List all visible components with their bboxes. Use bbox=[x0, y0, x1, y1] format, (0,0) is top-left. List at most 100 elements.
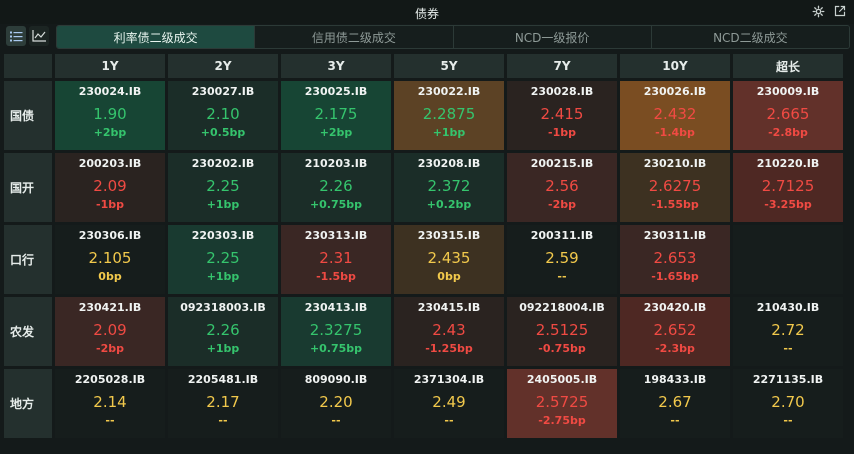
yield-change: -- bbox=[105, 414, 115, 427]
bond-cell[interactable]: 230421.IB 2.09 -2bp bbox=[55, 297, 165, 366]
bond-cell[interactable]: 230420.IB 2.652 -2.3bp bbox=[620, 297, 730, 366]
bond-cell[interactable]: 230024.IB 1.90 +2bp bbox=[55, 81, 165, 150]
bond-cell[interactable]: 2205028.IB 2.14 -- bbox=[55, 369, 165, 438]
column-header[interactable]: 5Y bbox=[394, 54, 504, 78]
bond-code: 230306.IB bbox=[78, 229, 142, 242]
line-chart-icon bbox=[32, 27, 46, 46]
bond-yield: 2.665 bbox=[766, 105, 810, 123]
bond-cell[interactable]: 210203.IB 2.26 +0.75bp bbox=[281, 153, 391, 222]
bond-code: 230420.IB bbox=[643, 301, 707, 314]
bond-yield: 2.2875 bbox=[422, 105, 476, 123]
gear-icon[interactable] bbox=[811, 5, 825, 19]
column-header[interactable]: 1Y bbox=[55, 54, 165, 78]
bond-code: 230022.IB bbox=[417, 85, 481, 98]
yield-change: -- bbox=[783, 342, 793, 355]
bond-cell[interactable]: 230311.IB 2.653 -1.65bp bbox=[620, 225, 730, 294]
tab-2[interactable]: 信用债二级成交 bbox=[255, 26, 454, 48]
tab-1[interactable]: 利率债二级成交 bbox=[57, 26, 256, 48]
column-header[interactable]: 3Y bbox=[281, 54, 391, 78]
bond-cell[interactable] bbox=[733, 225, 843, 294]
bond-yield: 2.5725 bbox=[535, 393, 589, 411]
bond-yield: 2.435 bbox=[427, 249, 471, 267]
bond-yield: 2.17 bbox=[206, 393, 240, 411]
yield-change: +1bp bbox=[206, 342, 240, 355]
bond-code: 200203.IB bbox=[78, 157, 142, 170]
bond-yield: 2.372 bbox=[427, 177, 471, 195]
bond-cell[interactable]: 092318003.IB 2.26 +1bp bbox=[168, 297, 278, 366]
row-header: 国债 bbox=[4, 81, 52, 150]
row-header: 地方 bbox=[4, 369, 52, 438]
row-header: 农发 bbox=[4, 297, 52, 366]
yield-change: +0.75bp bbox=[309, 198, 363, 211]
bond-cell[interactable]: 092218004.IB 2.5125 -0.75bp bbox=[507, 297, 617, 366]
bond-code: 809090.IB bbox=[304, 373, 368, 386]
bond-cell[interactable]: 220303.IB 2.25 +1bp bbox=[168, 225, 278, 294]
bond-cell[interactable]: 230026.IB 2.432 -1.4bp bbox=[620, 81, 730, 150]
bond-cell[interactable]: 230027.IB 2.10 +0.5bp bbox=[168, 81, 278, 150]
yield-change: +1bp bbox=[206, 198, 240, 211]
yield-change: -- bbox=[557, 270, 567, 283]
yield-change: -- bbox=[670, 414, 680, 427]
bond-cell[interactable]: 200311.IB 2.59 -- bbox=[507, 225, 617, 294]
bond-yield: 2.09 bbox=[93, 177, 127, 195]
bond-cell[interactable]: 230202.IB 2.25 +1bp bbox=[168, 153, 278, 222]
column-header[interactable]: 2Y bbox=[168, 54, 278, 78]
bond-cell[interactable]: 230009.IB 2.665 -2.8bp bbox=[733, 81, 843, 150]
bond-cell[interactable]: 2405005.IB 2.5725 -2.75bp bbox=[507, 369, 617, 438]
yield-change: +2bp bbox=[93, 126, 127, 139]
tab-4[interactable]: NCD二级成交 bbox=[651, 26, 849, 48]
column-header[interactable]: 超长 bbox=[733, 54, 843, 78]
bond-yield: 2.26 bbox=[206, 321, 240, 339]
bond-cell[interactable]: 2371304.IB 2.49 -- bbox=[394, 369, 504, 438]
yield-change: 0bp bbox=[437, 270, 461, 283]
chart-view-button[interactable] bbox=[29, 26, 49, 46]
bond-cell[interactable]: 230210.IB 2.6275 -1.55bp bbox=[620, 153, 730, 222]
row-header: 口行 bbox=[4, 225, 52, 294]
bond-cell[interactable]: 230022.IB 2.2875 +1bp bbox=[394, 81, 504, 150]
bond-yield: 2.56 bbox=[545, 177, 579, 195]
window-title: 债券 bbox=[414, 7, 439, 21]
bond-cell[interactable]: 230413.IB 2.3275 +0.75bp bbox=[281, 297, 391, 366]
bond-code: 092318003.IB bbox=[180, 301, 266, 314]
column-header[interactable]: 10Y bbox=[620, 54, 730, 78]
bond-cell[interactable]: 230306.IB 2.105 0bp bbox=[55, 225, 165, 294]
yield-change: -1.25bp bbox=[425, 342, 473, 355]
bond-code: 230009.IB bbox=[756, 85, 820, 98]
bond-cell[interactable]: 230028.IB 2.415 -1bp bbox=[507, 81, 617, 150]
bond-code: 220303.IB bbox=[191, 229, 255, 242]
bond-cell[interactable]: 2205481.IB 2.17 -- bbox=[168, 369, 278, 438]
column-header[interactable]: 7Y bbox=[507, 54, 617, 78]
yield-change: +1bp bbox=[432, 126, 466, 139]
yield-change: -2.3bp bbox=[655, 342, 695, 355]
bond-cell[interactable]: 200203.IB 2.09 -1bp bbox=[55, 153, 165, 222]
bond-cell[interactable]: 230025.IB 2.175 +2bp bbox=[281, 81, 391, 150]
bond-cell[interactable]: 200215.IB 2.56 -2bp bbox=[507, 153, 617, 222]
bond-code: 230413.IB bbox=[304, 301, 368, 314]
bond-yield: 1.90 bbox=[93, 105, 127, 123]
yield-change: -2bp bbox=[96, 342, 124, 355]
bond-cell[interactable]: 230415.IB 2.43 -1.25bp bbox=[394, 297, 504, 366]
bond-code: 198433.IB bbox=[643, 373, 707, 386]
bond-code: 210203.IB bbox=[304, 157, 368, 170]
bond-yield: 2.432 bbox=[653, 105, 697, 123]
bond-cell[interactable]: 230208.IB 2.372 +0.2bp bbox=[394, 153, 504, 222]
bond-cell[interactable]: 230313.IB 2.31 -1.5bp bbox=[281, 225, 391, 294]
yield-change: -0.75bp bbox=[538, 342, 586, 355]
bond-cell[interactable]: 809090.IB 2.20 -- bbox=[281, 369, 391, 438]
bond-cell[interactable]: 230315.IB 2.435 0bp bbox=[394, 225, 504, 294]
list-view-button[interactable] bbox=[6, 26, 26, 46]
tab-3[interactable]: NCD一级报价 bbox=[453, 26, 652, 48]
bond-cell[interactable]: 198433.IB 2.67 -- bbox=[620, 369, 730, 438]
bond-code: 230421.IB bbox=[78, 301, 142, 314]
bond-cell[interactable]: 210430.IB 2.72 -- bbox=[733, 297, 843, 366]
matrix-corner bbox=[4, 54, 52, 78]
bond-code: 230315.IB bbox=[417, 229, 481, 242]
yield-change: -1.65bp bbox=[651, 270, 699, 283]
bond-cell[interactable]: 210220.IB 2.7125 -3.25bp bbox=[733, 153, 843, 222]
yield-change: +2bp bbox=[319, 126, 353, 139]
external-link-icon[interactable] bbox=[833, 5, 847, 19]
bond-yield: 2.49 bbox=[432, 393, 466, 411]
bond-yield: 2.72 bbox=[771, 321, 805, 339]
bond-cell[interactable]: 2271135.IB 2.70 -- bbox=[733, 369, 843, 438]
yield-change: -2bp bbox=[548, 198, 576, 211]
